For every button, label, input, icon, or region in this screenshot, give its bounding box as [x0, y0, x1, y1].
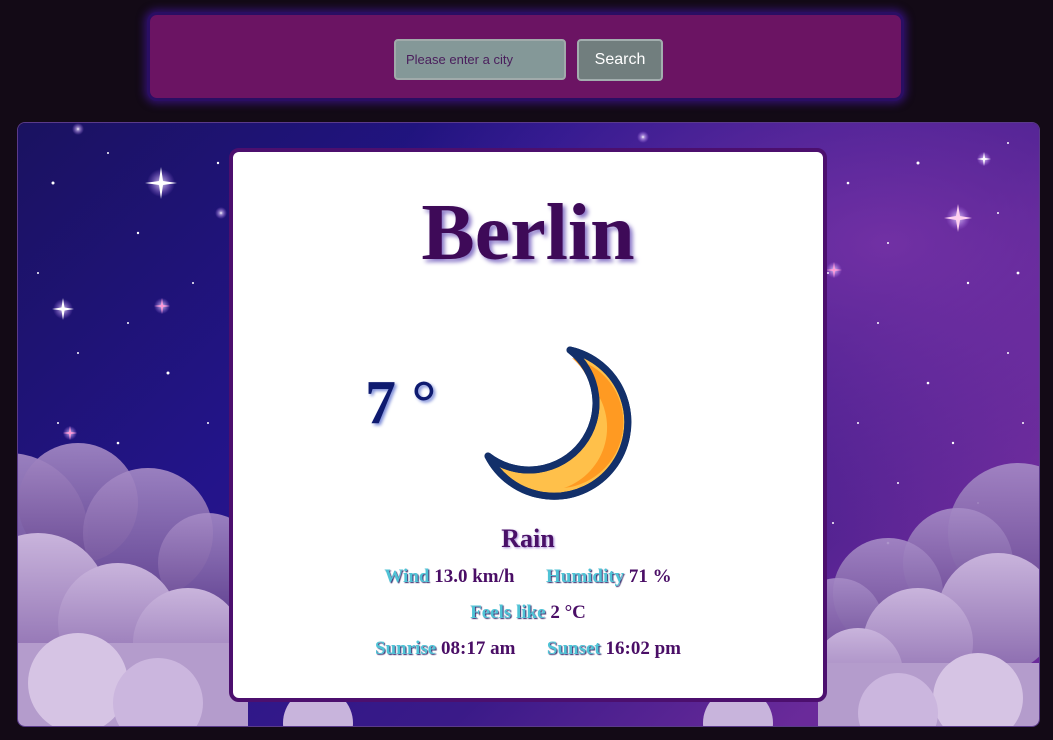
city-search-input[interactable] — [394, 39, 566, 80]
wind-value: 13.0 km/h — [434, 566, 515, 587]
search-bar: Search — [147, 12, 904, 101]
humidity-value: 71 % — [628, 566, 672, 587]
weather-card: Berlin 7 ° Rain Wind 13.0 km/h Humidity … — [229, 148, 827, 702]
city-name: Berlin — [421, 189, 635, 277]
feels-like-row: Feels like 2 °C — [233, 602, 823, 624]
sunset-value: 16:02 pm — [605, 638, 681, 659]
sunrise-sunset-row: Sunrise 08:17 am Sunset 16:02 pm — [233, 638, 823, 660]
sunset-label: Sunset — [546, 638, 601, 659]
search-button[interactable]: Search — [577, 39, 663, 81]
humidity-label: Humidity — [545, 566, 625, 587]
sunrise-label: Sunrise — [375, 638, 437, 659]
feels-like-label: Feels like — [470, 602, 546, 623]
sunrise-value: 08:17 am — [441, 638, 516, 659]
temperature: 7 ° — [365, 369, 437, 437]
crescent-moon-icon — [480, 342, 636, 502]
wind-humidity-row: Wind 13.0 km/h Humidity 71 % — [233, 566, 823, 588]
weather-condition: Rain — [501, 524, 555, 553]
wind-label: Wind — [384, 566, 430, 587]
feels-like-value: 2 °C — [550, 602, 586, 623]
